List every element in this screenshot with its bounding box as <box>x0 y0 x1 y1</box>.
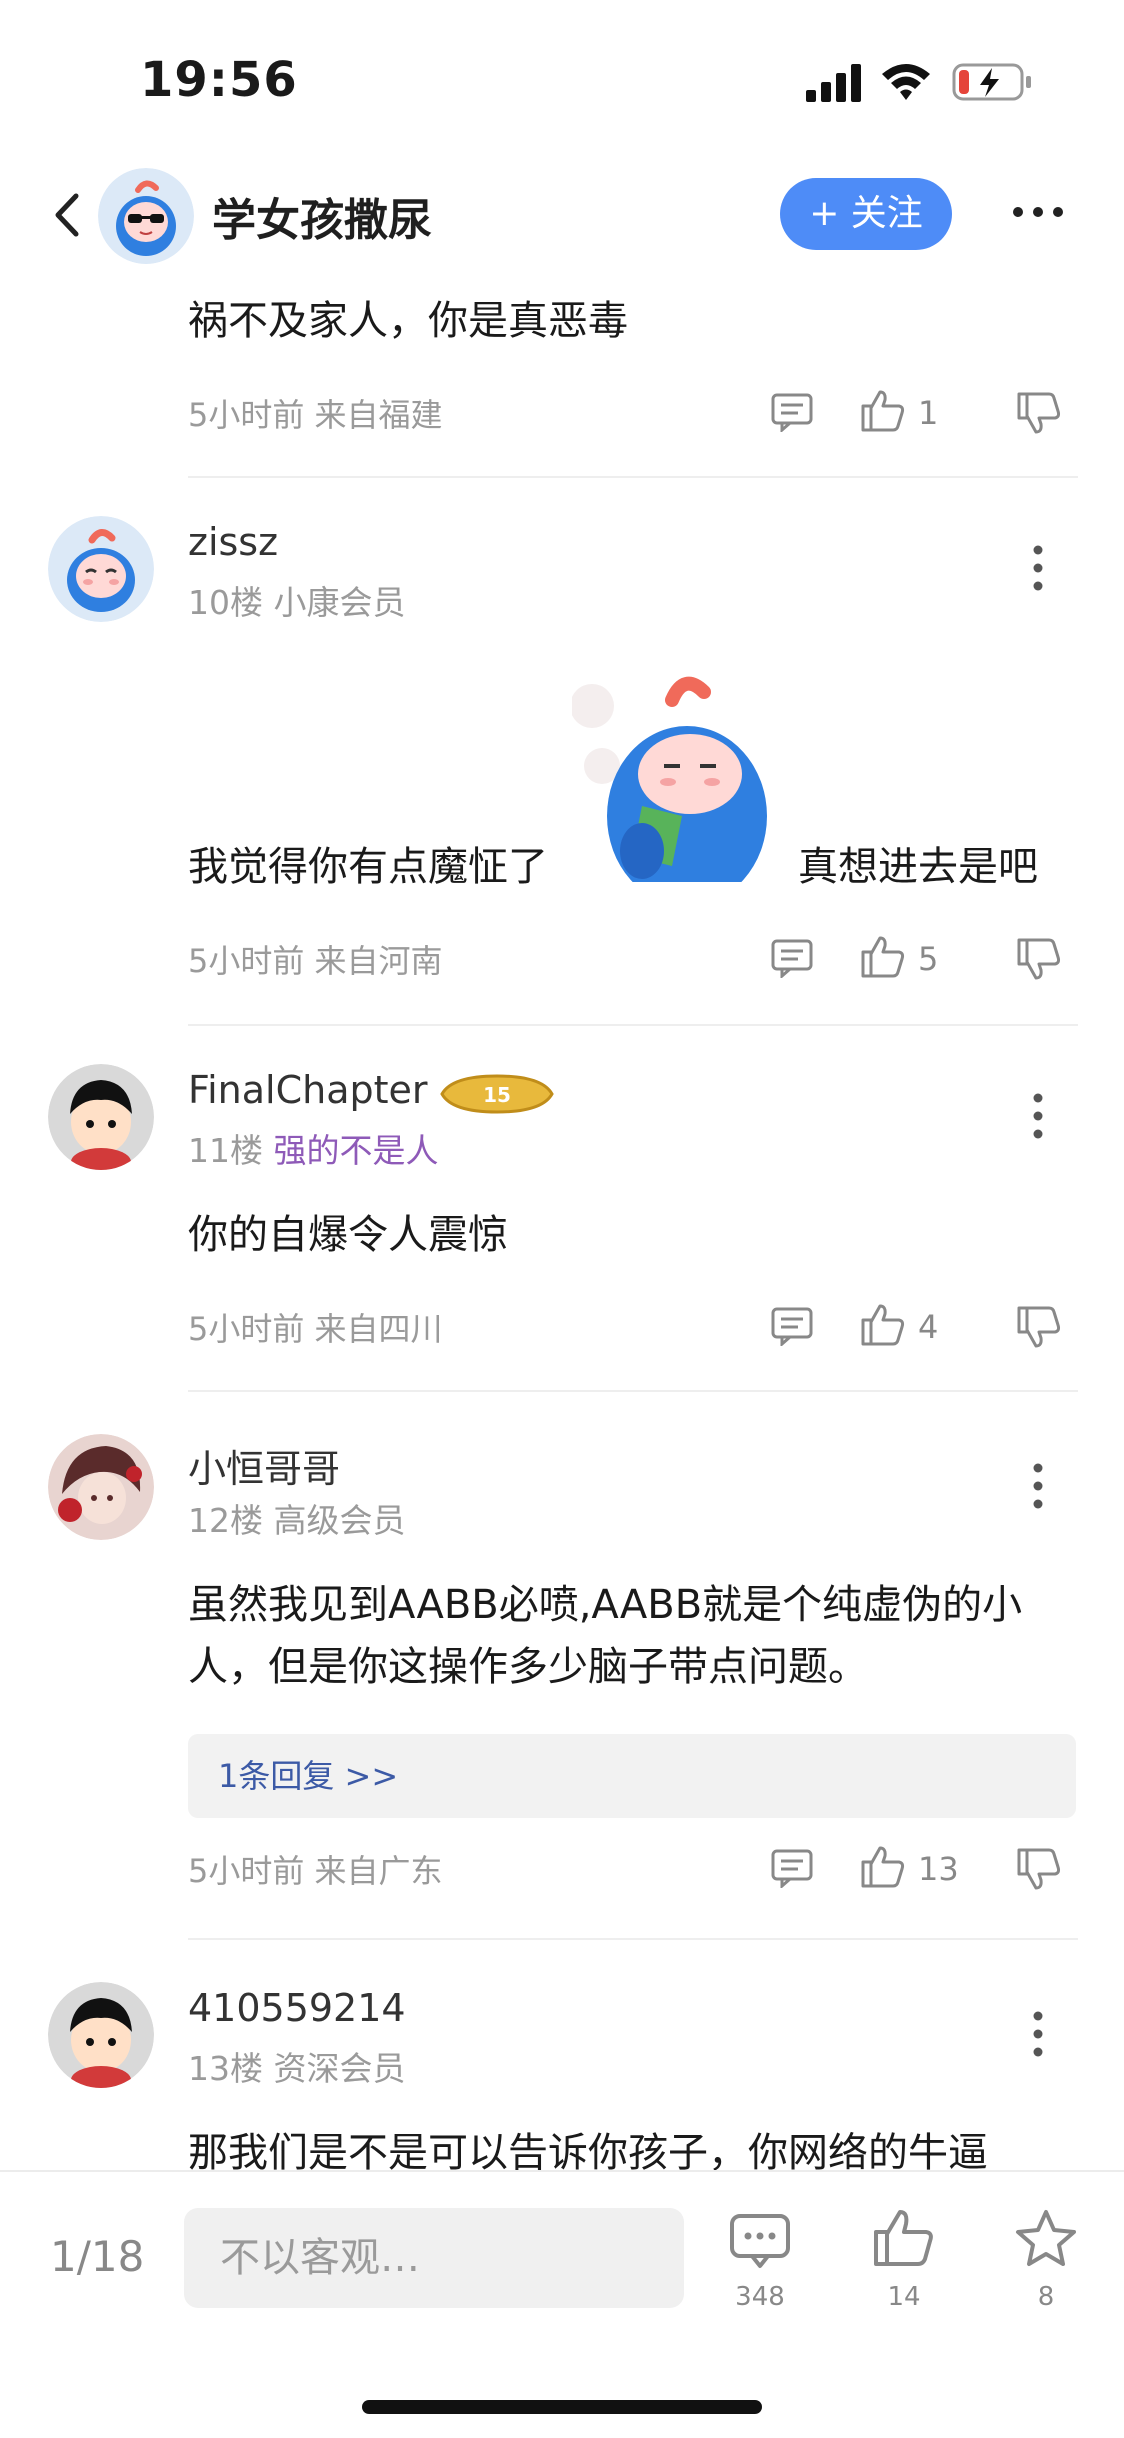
divider <box>188 1024 1078 1026</box>
page-title: 学女孩撒尿 <box>212 195 432 246</box>
anime-character-avatar-icon <box>48 1434 154 1540</box>
comment-text: 祸不及家人，你是真恶毒 <box>188 298 628 344</box>
follow-button[interactable]: + 关注 <box>780 178 952 250</box>
thumbs-up-icon[interactable] <box>872 2208 936 2268</box>
cellular-signal-icon <box>806 64 861 102</box>
comment-text: 你的自爆令人震惊 <box>188 1212 508 1258</box>
star-count: 8 <box>1037 2282 1055 2312</box>
username[interactable]: FinalChapter <box>188 1068 428 1112</box>
more-options-icon[interactable] <box>1028 2010 1048 2058</box>
svg-text:15: 15 <box>483 1083 511 1107</box>
mascot-sunglasses-icon <box>98 168 194 264</box>
thumbs-up-icon[interactable] <box>860 934 906 978</box>
reply-icon[interactable] <box>770 1306 814 1346</box>
status-time: 19:56 <box>140 52 298 108</box>
username[interactable]: 小恒哥哥 <box>188 1438 340 1493</box>
user-avatar[interactable] <box>48 1434 154 1540</box>
comment-time-location: 5小时前 来自河南 <box>188 942 443 980</box>
divider <box>188 476 1078 478</box>
mascot-avatar-icon <box>48 516 154 622</box>
battery-charging-icon <box>952 63 1031 101</box>
star-icon[interactable] <box>1014 2208 1078 2268</box>
thumbs-down-icon[interactable] <box>1016 1306 1062 1350</box>
user-avatar[interactable] <box>48 1982 154 2088</box>
thumbs-up-icon[interactable] <box>860 1844 906 1888</box>
comment-floor-level: 13楼 资深会员 <box>188 2049 406 2088</box>
top-nav: 学女孩撒尿 + 关注 <box>0 160 1124 270</box>
wifi-icon <box>882 64 930 100</box>
comment-text-after-sticker: 真想进去是吧 <box>798 844 1038 890</box>
user-avatar[interactable] <box>48 1064 154 1170</box>
thumbs-down-icon[interactable] <box>1016 1848 1062 1892</box>
poster-avatar[interactable] <box>98 168 194 264</box>
like-count: 13 <box>918 1850 959 1888</box>
status-bar: 19:56 <box>0 0 1124 150</box>
level-badge-icon: 15 <box>440 1074 554 1114</box>
more-options-icon[interactable] <box>1028 544 1048 592</box>
reply-input[interactable]: 不以客观… <box>184 2208 684 2308</box>
floor-number: 11楼 <box>188 1131 263 1170</box>
comment-time-location: 5小时前 来自福建 <box>188 396 443 434</box>
comment-floor-level: 12楼 高级会员 <box>188 1501 406 1540</box>
username[interactable]: zissz <box>188 520 278 564</box>
user-title: 强的不是人 <box>273 1131 439 1170</box>
cartoon-boy-avatar-icon <box>48 1982 154 2088</box>
back-icon[interactable] <box>48 190 88 240</box>
divider <box>188 1938 1078 1940</box>
comments-icon[interactable] <box>728 2212 792 2272</box>
like-count: 4 <box>918 1308 939 1346</box>
more-options-icon[interactable] <box>1028 1092 1048 1140</box>
comment-count: 348 <box>735 2282 785 2312</box>
user-avatar[interactable] <box>48 516 154 622</box>
reply-icon[interactable] <box>770 392 814 432</box>
comment-time-location: 5小时前 来自广东 <box>188 1852 443 1890</box>
like-count: 1 <box>918 394 939 432</box>
thumbs-down-icon[interactable] <box>1016 938 1062 982</box>
comment-time-location: 5小时前 来自四川 <box>188 1310 443 1348</box>
sticker-image[interactable] <box>572 666 788 882</box>
comment-text: 虽然我见到AABB必喷,AABB就是个纯虚伪的小人，但是你这操作多少脑子带点问题… <box>188 1582 1023 1690</box>
comment-floor-level: 11楼 强的不是人 <box>188 1124 439 1172</box>
more-options-icon[interactable] <box>1028 1462 1048 1510</box>
like-count: 5 <box>918 940 939 978</box>
page-indicator[interactable]: 1/18 <box>50 2232 144 2281</box>
username[interactable]: 410559214 <box>188 1986 406 2030</box>
comment-floor-level: 10楼 小康会员 <box>188 583 406 622</box>
comment-text: 那我们是不是可以告诉你孩子，你网络的牛逼 <box>188 2130 988 2170</box>
reply-icon[interactable] <box>770 938 814 978</box>
divider <box>188 1390 1078 1392</box>
like-count: 14 <box>887 2282 921 2312</box>
comment-list: 祸不及家人，你是真恶毒 5小时前 来自福建 1 zissz 10楼 小康会员 我… <box>0 270 1124 2170</box>
thumbs-down-icon[interactable] <box>1016 392 1062 436</box>
thumbs-up-icon[interactable] <box>860 388 906 432</box>
thumbs-up-icon[interactable] <box>860 1302 906 1346</box>
cartoon-boy-avatar-icon <box>48 1064 154 1170</box>
view-replies-link[interactable]: 1条回复 >> <box>188 1734 1076 1818</box>
reply-icon[interactable] <box>770 1848 814 1888</box>
home-indicator[interactable] <box>362 2400 762 2414</box>
more-options-icon[interactable] <box>1010 202 1066 222</box>
bottom-bar: 1/18 不以客观… 348 14 8 <box>0 2170 1124 2438</box>
comment-text: 我觉得你有点魔怔了 <box>188 844 548 890</box>
